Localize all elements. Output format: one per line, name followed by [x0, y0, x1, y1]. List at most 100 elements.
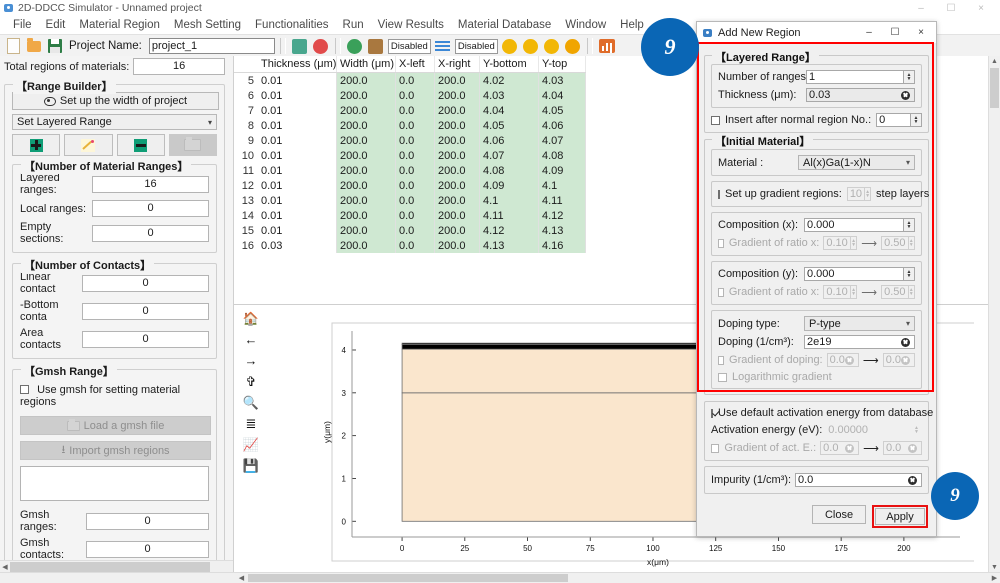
menu-material-region[interactable]: Material Region: [72, 19, 167, 31]
open-folder-icon[interactable]: [25, 37, 43, 55]
setup-width-button[interactable]: Set up the width of project: [12, 92, 219, 110]
maximize-icon[interactable]: ☐: [936, 0, 966, 16]
zoom-icon[interactable]: 🔍: [243, 395, 259, 409]
close-icon[interactable]: ×: [966, 0, 996, 16]
number-of-ranges-input[interactable]: 1: [806, 70, 904, 84]
menu-mesh-setting[interactable]: Mesh Setting: [167, 19, 248, 31]
menu-view-results[interactable]: View Results: [371, 19, 451, 31]
reload-icon[interactable]: [312, 37, 330, 55]
doping-type-row: Doping type: P-type ▾: [718, 316, 915, 331]
doping-type-select[interactable]: P-type ▾: [804, 316, 915, 331]
insert-after-stepper[interactable]: ▲ ▼: [911, 113, 922, 127]
gmsh-checkbox-row[interactable]: Use gmsh for setting material regions: [20, 384, 209, 408]
composition-y-stepper[interactable]: ▲ ▼: [904, 267, 915, 281]
table-row[interactable]: 13 0.01 200.0 0.0 200.0 4.1 4.11: [234, 193, 586, 208]
table-row[interactable]: 5 0.01 200.0 0.0 200.0 4.02 4.03: [234, 72, 586, 88]
hscroll-right-icon[interactable]: ▶: [989, 573, 1000, 583]
run-batch-icon[interactable]: [543, 37, 561, 55]
menu-file[interactable]: File: [6, 19, 39, 31]
refresh-structure-icon[interactable]: [291, 37, 309, 55]
pan-icon[interactable]: ✞: [244, 374, 259, 388]
forward-arrow-icon[interactable]: →: [244, 353, 259, 367]
stop-icon[interactable]: [564, 37, 582, 55]
menu-window[interactable]: Window: [558, 19, 613, 31]
thickness-input[interactable]: 0.03: [806, 88, 915, 102]
run-fast-icon[interactable]: [522, 37, 540, 55]
dialog-close-icon[interactable]: ×: [908, 22, 934, 43]
table-row[interactable]: 14 0.01 200.0 0.0 200.0 4.11 4.12: [234, 208, 586, 223]
gmsh-ranges-value[interactable]: 0: [86, 512, 209, 530]
table-row[interactable]: 10 0.01 200.0 0.0 200.0 4.07 4.08: [234, 148, 586, 163]
hscroll-left-icon[interactable]: ◀: [236, 573, 247, 583]
mesh-icon[interactable]: [346, 37, 364, 55]
gmsh-contacts-value[interactable]: 0: [86, 540, 209, 558]
doping-input[interactable]: 2e19: [804, 335, 915, 349]
empty-sections-value[interactable]: 0: [92, 224, 209, 242]
disabled-field-1[interactable]: Disabled: [387, 38, 431, 54]
scroll-up-icon[interactable]: ▲: [989, 56, 1000, 67]
clear-doping-icon[interactable]: [901, 337, 910, 347]
save-icon[interactable]: [46, 37, 64, 55]
table-row[interactable]: 8 0.01 200.0 0.0 200.0 4.05 4.06: [234, 118, 586, 133]
back-arrow-icon[interactable]: ←: [244, 332, 259, 346]
new-document-icon[interactable]: [4, 37, 22, 55]
insert-after-checkbox[interactable]: [711, 115, 720, 125]
clear-thickness-icon[interactable]: [901, 90, 910, 100]
save-plot-icon[interactable]: 💾: [243, 458, 259, 472]
clear-impurity-icon[interactable]: [908, 475, 917, 485]
table-row[interactable]: 6 0.01 200.0 0.0 200.0 4.03 4.04: [234, 88, 586, 103]
table-row[interactable]: 12 0.01 200.0 0.0 200.0 4.09 4.1: [234, 178, 586, 193]
composition-y-input[interactable]: 0.000: [804, 267, 904, 281]
table-cell-width: 200.0: [336, 133, 396, 148]
local-ranges-value[interactable]: 0: [92, 200, 209, 217]
table-row[interactable]: 15 0.01 200.0 0.0 200.0 4.12 4.13: [234, 223, 586, 238]
bottom-hscroll-thumb[interactable]: [248, 574, 568, 582]
menu-material-database[interactable]: Material Database: [451, 19, 558, 31]
results-chart-icon[interactable]: [598, 37, 616, 55]
table-row[interactable]: 16 0.03 200.0 0.0 200.0 4.13 4.16: [234, 238, 586, 253]
minimize-icon[interactable]: –: [906, 0, 936, 16]
apply-button[interactable]: Apply: [875, 508, 925, 525]
add-range-button[interactable]: [12, 134, 61, 156]
insert-after-input[interactable]: 0: [876, 113, 911, 127]
home-icon[interactable]: 🏠: [243, 311, 259, 325]
bottom-contact-value[interactable]: 0: [82, 302, 209, 320]
menu-edit[interactable]: Edit: [39, 19, 73, 31]
gmsh-file-textarea[interactable]: [20, 466, 209, 501]
layered-ranges-value[interactable]: 16: [92, 175, 209, 193]
remove-range-button[interactable]: [116, 134, 165, 156]
area-contacts-value[interactable]: 0: [82, 330, 209, 348]
material-select[interactable]: Al(x)Ga(1-x)N ▾: [798, 155, 915, 170]
impurity-input[interactable]: 0.0: [795, 473, 922, 487]
center-vscrollbar[interactable]: ▲ ▼: [988, 56, 1000, 573]
sliders-icon[interactable]: ≣: [244, 416, 259, 430]
composition-x-input[interactable]: 0.000: [804, 218, 904, 232]
dialog-maximize-icon[interactable]: ☐: [882, 22, 908, 43]
use-default-activation-checkbox[interactable]: [711, 408, 713, 418]
table-row[interactable]: 9 0.01 200.0 0.0 200.0 4.06 4.07: [234, 133, 586, 148]
curve-icon[interactable]: 📈: [243, 437, 259, 451]
bottom-hscrollbar[interactable]: ◀ ▶: [0, 572, 1000, 583]
table-row[interactable]: 7 0.01 200.0 0.0 200.0 4.04 4.05: [234, 103, 586, 118]
edit-range-button[interactable]: [64, 134, 113, 156]
layered-range-select[interactable]: Set Layered Range ▾: [12, 114, 217, 130]
project-name-input[interactable]: project_1: [148, 38, 275, 54]
gradient-regions-checkbox[interactable]: [718, 189, 720, 199]
center-vscroll-thumb[interactable]: [990, 68, 999, 108]
dialog-minimize-icon[interactable]: –: [856, 22, 882, 43]
number-of-ranges-stepper[interactable]: ▲ ▼: [904, 70, 915, 84]
linear-contact-value[interactable]: 0: [82, 274, 209, 292]
grid-icon[interactable]: [367, 37, 385, 55]
layers-icon[interactable]: [434, 37, 452, 55]
menu-help[interactable]: Help: [613, 19, 651, 31]
run-icon[interactable]: [501, 37, 519, 55]
sidebar-hscroll-thumb[interactable]: [10, 562, 210, 572]
table-cell-width: 200.0: [336, 238, 396, 253]
menu-functionalities[interactable]: Functionalities: [248, 19, 336, 31]
close-button[interactable]: Close: [812, 505, 866, 524]
table-row[interactable]: 11 0.01 200.0 0.0 200.0 4.08 4.09: [234, 163, 586, 178]
composition-x-stepper[interactable]: ▲ ▼: [904, 218, 915, 232]
menu-run[interactable]: Run: [336, 19, 371, 31]
gmsh-checkbox[interactable]: [20, 385, 29, 394]
disabled-field-2[interactable]: Disabled: [454, 38, 498, 54]
